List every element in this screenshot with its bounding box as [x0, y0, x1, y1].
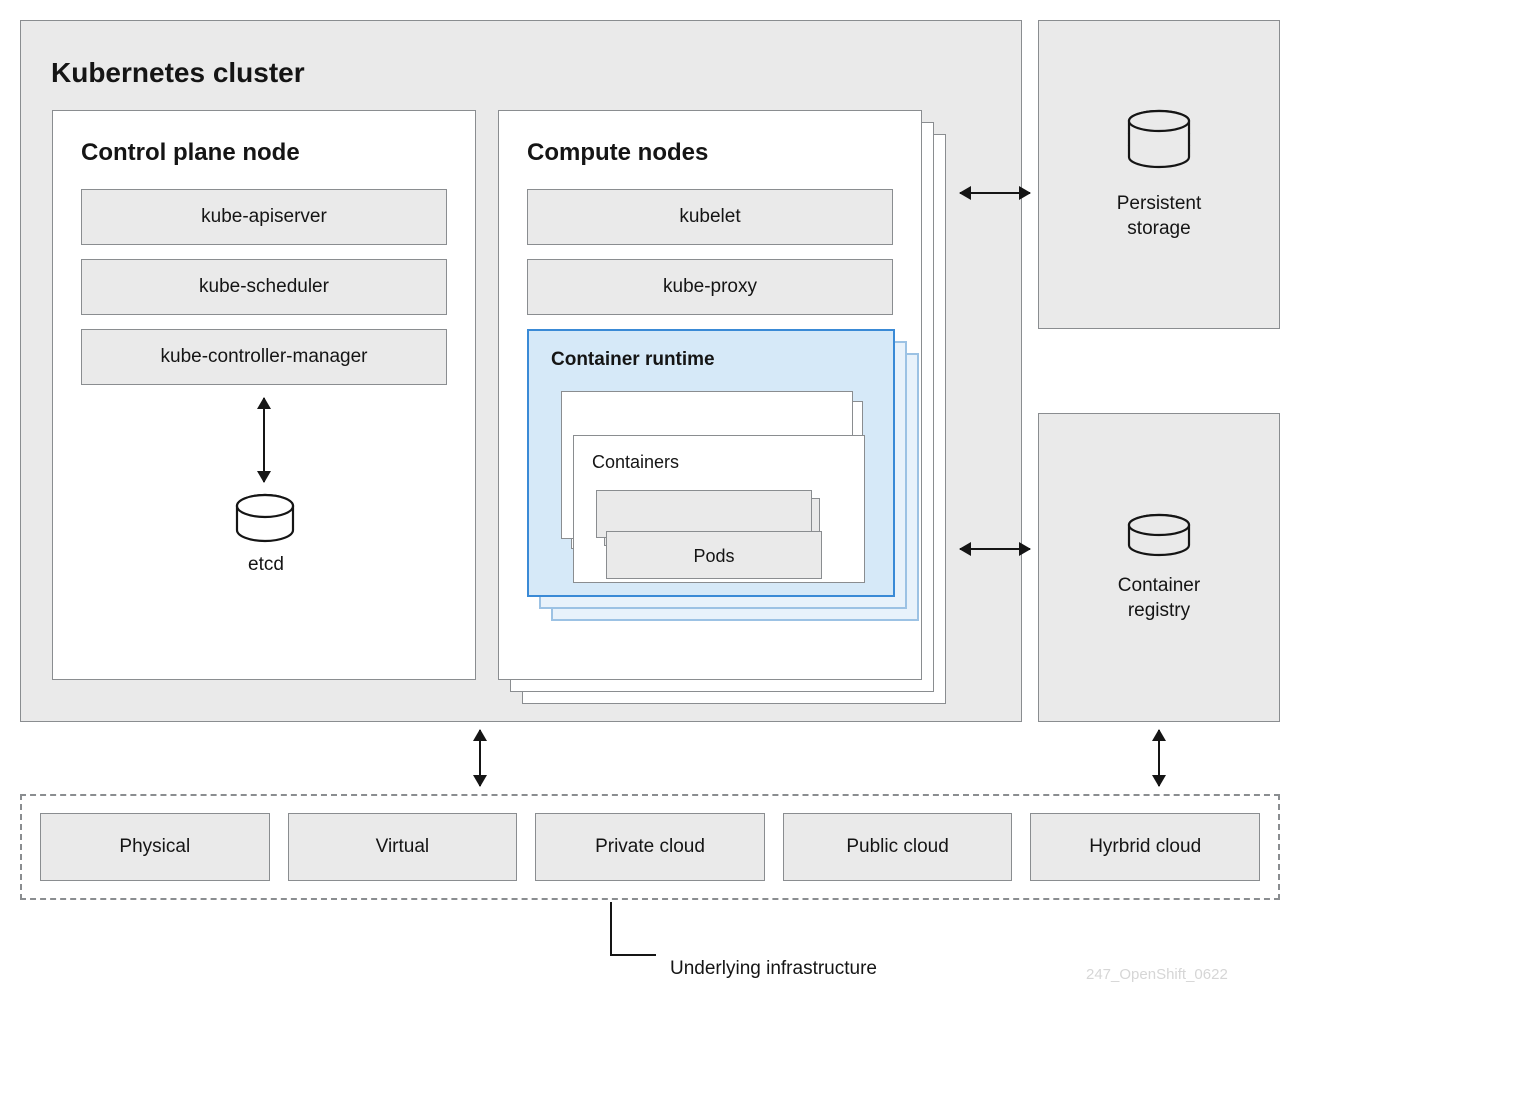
pods-box: Pods — [606, 531, 822, 579]
compute-nodes-panel: Compute nodes kubelet kube-proxy Contain… — [498, 110, 922, 680]
arrow-compute-to-storage — [960, 192, 1030, 194]
infra-private-cloud: Private cloud — [535, 813, 765, 881]
arrow-cluster-to-infra — [479, 730, 481, 786]
infra-leader-line-h — [610, 954, 656, 956]
storage-icon — [1123, 108, 1195, 178]
arrow-cp-to-etcd — [263, 398, 265, 482]
infra-virtual: Virtual — [288, 813, 518, 881]
infra-hybrid-cloud: Hyrbrid cloud — [1030, 813, 1260, 881]
containers-label: Containers — [592, 452, 846, 473]
kube-apiserver-box: kube-apiserver — [81, 189, 447, 245]
etcd-label: etcd — [236, 554, 296, 576]
arrow-registry-to-infra — [1158, 730, 1160, 786]
arrow-compute-to-registry — [960, 548, 1030, 550]
container-registry-box: Container registry — [1038, 413, 1280, 722]
watermark-text: 247_OpenShift_0622 — [1086, 966, 1228, 983]
cluster-title: Kubernetes cluster — [51, 57, 991, 89]
kubelet-box: kubelet — [527, 189, 893, 245]
control-plane-title: Control plane node — [81, 139, 447, 167]
diagram-canvas: Kubernetes cluster Control plane node ku… — [20, 20, 1500, 1073]
etcd-icon — [234, 492, 296, 546]
containers-box: Containers Pods — [573, 435, 865, 583]
storage-label: Persistent storage — [1117, 192, 1201, 241]
infrastructure-frame: Physical Virtual Private cloud Public cl… — [20, 794, 1280, 900]
kube-scheduler-box: kube-scheduler — [81, 259, 447, 315]
infra-public-cloud: Public cloud — [783, 813, 1013, 881]
infra-physical: Physical — [40, 813, 270, 881]
kube-controller-manager-box: kube-controller-manager — [81, 329, 447, 385]
infra-caption: Underlying infrastructure — [670, 958, 877, 980]
registry-label: Container registry — [1118, 574, 1200, 623]
runtime-title: Container runtime — [551, 349, 871, 371]
registry-icon — [1123, 512, 1195, 560]
infra-leader-line-v — [610, 902, 612, 954]
persistent-storage-box: Persistent storage — [1038, 20, 1280, 329]
compute-title: Compute nodes — [527, 139, 893, 167]
kube-proxy-box: kube-proxy — [527, 259, 893, 315]
control-plane-panel: Control plane node kube-apiserver kube-s… — [52, 110, 476, 680]
container-runtime-box: Container runtime Containers Pods — [527, 329, 895, 597]
